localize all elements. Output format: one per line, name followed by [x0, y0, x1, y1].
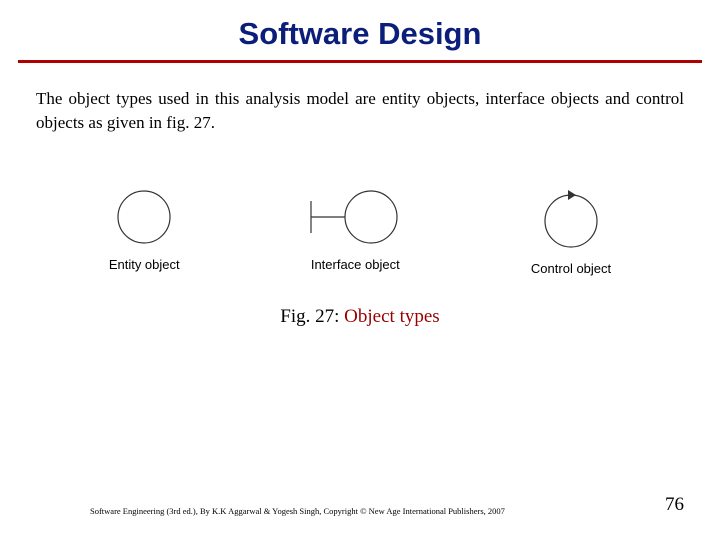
interface-object-icon [305, 187, 405, 247]
interface-object-figure: Interface object [305, 187, 405, 272]
caption-prefix: Fig. 27: [280, 306, 344, 327]
title-underline [18, 60, 702, 63]
entity-object-icon [114, 187, 174, 247]
caption-main: Object types [344, 306, 440, 327]
body-paragraph: The object types used in this analysis m… [0, 87, 720, 135]
page-title: Software Design [0, 0, 720, 60]
control-object-icon [534, 183, 608, 251]
footer-copyright: Software Engineering (3rd ed.), By K.K A… [90, 506, 505, 516]
figure-caption: Fig. 27: Object types [0, 306, 720, 328]
figure-row: Entity object Interface object Control o… [0, 135, 720, 288]
control-object-figure: Control object [531, 183, 611, 276]
control-object-label: Control object [531, 261, 611, 276]
entity-object-figure: Entity object [109, 187, 180, 272]
entity-object-label: Entity object [109, 257, 180, 272]
interface-object-label: Interface object [311, 257, 400, 272]
footer: Software Engineering (3rd ed.), By K.K A… [0, 494, 720, 516]
page-number: 76 [665, 494, 684, 516]
